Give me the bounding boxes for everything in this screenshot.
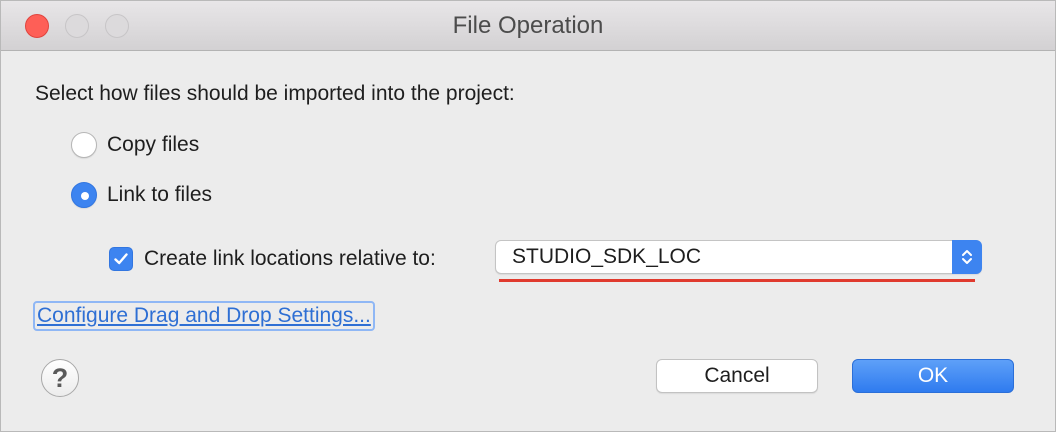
title-bar[interactable]: File Operation — [1, 1, 1055, 51]
relative-location-value: STUDIO_SDK_LOC — [512, 245, 702, 268]
window-title: File Operation — [452, 12, 604, 39]
relative-location-option[interactable]: Create link locations relative to: — [109, 245, 436, 273]
help-button[interactable]: ? — [41, 359, 79, 397]
file-operation-dialog: File Operation Select how files should b… — [0, 0, 1056, 432]
link-files-radio[interactable] — [71, 182, 97, 208]
annotation-underline — [499, 279, 975, 282]
relative-location-select[interactable]: STUDIO_SDK_LOC — [495, 240, 982, 274]
copy-files-label[interactable]: Copy files — [107, 133, 199, 157]
relative-location-label[interactable]: Create link locations relative to: — [144, 247, 436, 271]
import-prompt: Select how files should be imported into… — [35, 82, 515, 105]
checkmark-icon — [114, 253, 128, 265]
copy-files-radio[interactable] — [71, 132, 97, 158]
cancel-button[interactable]: Cancel — [656, 359, 818, 393]
link-files-option[interactable]: Link to files — [71, 180, 212, 210]
configure-drag-drop-link[interactable]: Configure Drag and Drop Settings... — [33, 301, 375, 331]
relative-location-checkbox[interactable] — [109, 247, 133, 271]
select-arrows-icon[interactable] — [952, 240, 982, 274]
ok-button[interactable]: OK — [852, 359, 1014, 393]
link-files-label[interactable]: Link to files — [107, 183, 212, 207]
copy-files-option[interactable]: Copy files — [71, 130, 199, 160]
